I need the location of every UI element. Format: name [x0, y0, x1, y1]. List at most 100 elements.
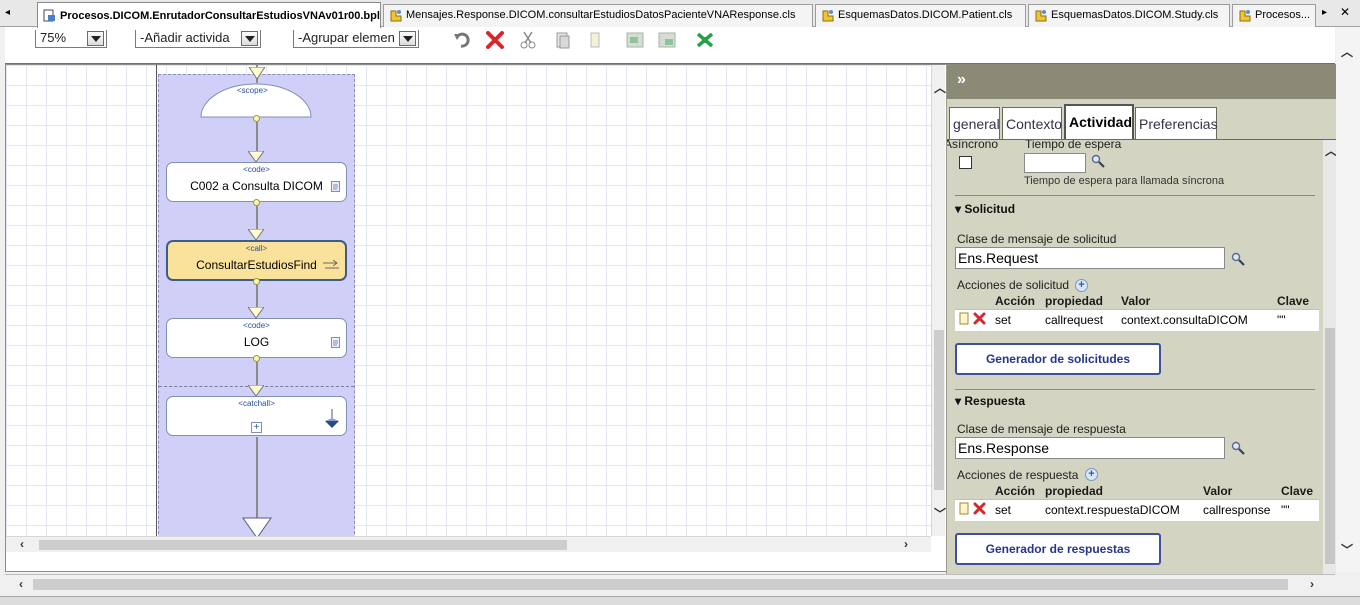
response-section-header[interactable]: ▾ Respuesta [955, 394, 1025, 408]
editor-vertical-scrollbar[interactable]: ︿ ﹀ [1336, 27, 1360, 572]
request-section-header[interactable]: ▾ Solicitud [955, 202, 1015, 216]
panel-vertical-scrollbar[interactable]: ︿ [1323, 140, 1337, 574]
table-row[interactable]: set callrequest context.consultaDICOM "" [955, 308, 1319, 331]
column-propiedad: propiedad [1041, 483, 1199, 499]
scroll-thumb[interactable] [1325, 328, 1335, 564]
tabs-scroll-left-icon[interactable]: ◂ [5, 7, 10, 18]
scroll-right-icon[interactable]: › [904, 537, 908, 551]
activity-name: ConsultarEstudiosFind [196, 258, 317, 272]
flow-arrow-icon [249, 67, 265, 80]
request-class-label: Clase de mensaje de solicitud [957, 232, 1117, 246]
request-class-input[interactable] [955, 247, 1225, 269]
zoom-select[interactable]: 75% [35, 30, 107, 48]
scroll-down-icon[interactable]: ﹀ [934, 505, 946, 522]
response-actions-label: Acciones de respuesta [957, 468, 1079, 482]
cell-value: context.consultaDICOM [1117, 308, 1273, 331]
response-class-input[interactable] [955, 437, 1225, 459]
close-tab-icon[interactable]: ✕ [1340, 5, 1350, 19]
collapse-triangle-icon: ▾ [955, 394, 965, 408]
activity-stereotype: <code> [243, 321, 270, 330]
wait-time-hint: Tiempo de espera para llamada síncrona [1024, 175, 1225, 187]
tab-study-cls[interactable]: EsquemasDatos.DICOM.Study.cls [1028, 4, 1230, 27]
table-header-cell [955, 483, 991, 499]
group-elements-select[interactable]: -Agrupar elemen [293, 30, 419, 48]
scroll-thumb[interactable] [33, 579, 1288, 590]
scroll-left-icon[interactable]: ‹ [20, 537, 24, 551]
delete-icon[interactable] [973, 312, 986, 325]
activity-code-c002[interactable]: <code> C002 a Consulta DICOM [166, 162, 347, 202]
cell-property: context.respuestaDICOM [1041, 498, 1199, 521]
async-label: Asíncrono [947, 140, 999, 151]
connector-dot [253, 278, 260, 285]
cell-key: "" [1273, 308, 1319, 331]
undo-icon[interactable] [453, 31, 473, 49]
tab-general[interactable]: general [949, 107, 1000, 139]
scope-stereotype: <scope> [237, 86, 268, 95]
scroll-up-icon[interactable]: ︿ [1341, 43, 1353, 60]
status-bar [0, 596, 1360, 605]
edit-doc-icon[interactable] [959, 312, 970, 325]
tab-procesos-bpl[interactable]: Procesos.DICOM.EnrutadorConsultarEstudio… [37, 2, 381, 28]
tab-label: Mensajes.Response.DICOM.consultarEstudio… [406, 9, 796, 21]
tab-mensajes-response-cls[interactable]: Mensajes.Response.DICOM.consultarEstudio… [383, 4, 813, 27]
section-title: Solicitud [964, 202, 1016, 216]
cell-action: set [991, 308, 1041, 331]
scroll-left-icon[interactable]: ‹ [19, 577, 23, 591]
expand-catchall-button[interactable]: + [251, 422, 262, 433]
tab-patient-cls[interactable]: EsquemasDatos.DICOM.Patient.cls [815, 4, 1026, 27]
end-triangle-icon [242, 517, 272, 536]
chevron-down-icon [87, 31, 104, 46]
delete-icon[interactable] [485, 31, 505, 49]
search-icon[interactable] [1231, 441, 1245, 455]
scroll-down-icon[interactable]: ﹀ [1341, 541, 1353, 558]
async-checkbox[interactable] [959, 156, 972, 169]
tab-contexto[interactable]: Contexto [1002, 107, 1062, 139]
scroll-thumb[interactable] [934, 330, 944, 490]
scroll-up-icon[interactable]: ︿ [934, 79, 946, 96]
canvas-horizontal-scrollbar[interactable]: ‹ › [6, 536, 931, 552]
scroll-thumb[interactable] [39, 540, 567, 550]
tab-preferencias[interactable]: Preferencias [1135, 107, 1218, 139]
activity-catchall[interactable]: <catchall> + [166, 396, 347, 436]
activity-stereotype: <call> [245, 244, 268, 253]
search-icon[interactable] [1091, 154, 1105, 168]
collapse-triangle-icon: ▾ [955, 202, 965, 216]
wait-time-input[interactable] [1024, 153, 1086, 173]
ungroup-icon[interactable] [657, 31, 677, 49]
request-builder-button[interactable]: Generador de solicitudes [955, 343, 1161, 375]
zoom-value: 75% [40, 30, 67, 45]
group-icon[interactable] [625, 31, 645, 49]
response-class-label: Clase de mensaje de respuesta [957, 422, 1126, 436]
canvas-vertical-scrollbar[interactable]: ︿ ﹀ [931, 65, 946, 536]
tab-actividad[interactable]: Actividad [1064, 104, 1134, 139]
editor-horizontal-scrollbar[interactable]: ‹ › [5, 574, 1335, 595]
arrange-icon[interactable] [695, 31, 715, 49]
cell-action: set [991, 498, 1041, 521]
tabs-scroll-right-icon[interactable]: ▸ [1322, 7, 1327, 18]
tab-procesos-truncated[interactable]: Procesos... [1232, 4, 1316, 27]
section-divider [955, 195, 1315, 196]
response-builder-button[interactable]: Generador de respuestas [955, 533, 1161, 565]
delete-icon[interactable] [973, 502, 986, 515]
code-doc-icon [331, 337, 340, 348]
paste-icon[interactable] [585, 31, 605, 49]
edit-doc-icon[interactable] [959, 502, 970, 515]
activity-call-consultarestudiosfind[interactable]: <call> ConsultarEstudiosFind [166, 240, 347, 281]
cut-icon[interactable] [518, 31, 538, 49]
search-icon[interactable] [1231, 252, 1245, 266]
copy-icon[interactable] [553, 31, 573, 49]
collapse-panel-icon[interactable]: » [957, 71, 966, 89]
panel-header: » [947, 64, 1337, 99]
column-propiedad: propiedad [1041, 293, 1117, 309]
activity-code-log[interactable]: <code> LOG [166, 318, 347, 358]
bpl-file-icon [43, 9, 55, 22]
add-activity-select[interactable]: -Añadir activida [135, 30, 261, 48]
add-request-action-icon[interactable]: + [1075, 279, 1088, 292]
column-valor: Valor [1117, 293, 1273, 309]
bpl-diagram-canvas[interactable]: <scope> <code> C002 a Consulta DICOM <ca… [6, 65, 931, 536]
table-row[interactable]: set context.respuestaDICOM callresponse … [955, 498, 1319, 521]
scroll-right-icon[interactable]: › [1310, 577, 1314, 591]
table-header-row: Acción propiedad Valor Clave [955, 483, 1319, 499]
add-response-action-icon[interactable]: + [1085, 468, 1098, 481]
column-accion: Acción [991, 293, 1041, 309]
